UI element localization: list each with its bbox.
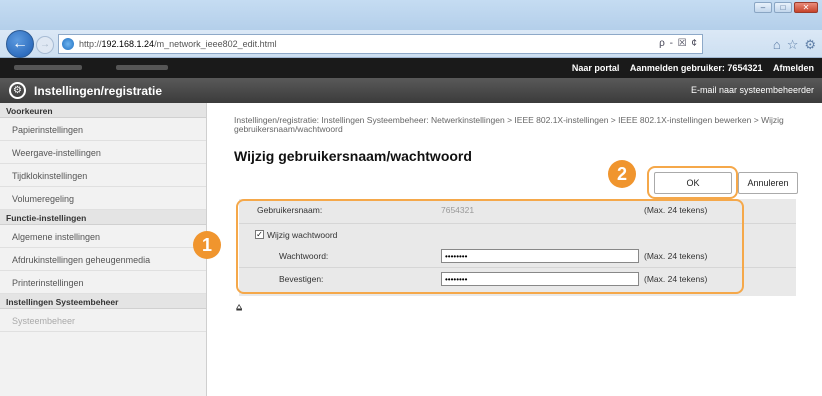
address-tools[interactable]: ρ - ☒ ¢ <box>659 38 698 49</box>
cancel-button[interactable]: Annuleren <box>738 172 798 194</box>
star-icon[interactable]: ☆ <box>787 37 799 53</box>
gear-icon[interactable]: ⚙ <box>804 37 816 53</box>
callout-2: 2 <box>608 160 636 188</box>
sidebar-item-display[interactable]: Weergave-instellingen <box>0 141 206 164</box>
logout-link[interactable]: Afmelden <box>773 63 814 73</box>
sidebar-section-admin: Instellingen Systeembeheer <box>0 294 206 309</box>
minimize-button[interactable]: – <box>754 2 772 13</box>
sidebar-item-printer[interactable]: Printerinstellingen <box>0 271 206 294</box>
ok-button[interactable]: OK <box>654 172 732 194</box>
address-bar[interactable]: http://192.168.1.24/m_network_ieee802_ed… <box>58 34 703 54</box>
sidebar-item-memory-print[interactable]: Afdrukinstellingen geheugenmedia <box>0 248 206 271</box>
back-to-top-icon[interactable]: ⩠ <box>236 302 242 313</box>
window-controls: – □ ✕ <box>754 2 818 13</box>
mail-admin-link[interactable]: E-mail naar systeembeheerder <box>691 85 814 95</box>
home-icon[interactable]: ⌂ <box>773 37 781 53</box>
device-location-blur <box>116 65 168 70</box>
sidebar-item-clock[interactable]: Tijdklokinstellingen <box>0 164 206 187</box>
sidebar: Voorkeuren Papierinstellingen Weergave-i… <box>0 103 207 396</box>
back-button[interactable]: ← <box>6 30 34 58</box>
browser-icons: ⌂ ☆ ⚙ <box>773 37 816 53</box>
form-highlight <box>236 199 744 294</box>
maximize-button[interactable]: □ <box>774 2 792 13</box>
close-window-button[interactable]: ✕ <box>794 2 818 13</box>
callout-1: 1 <box>193 231 221 259</box>
settings-icon: ⚙ <box>9 82 26 99</box>
login-user-label: Aanmelden gebruiker: 7654321 <box>629 63 763 73</box>
sidebar-item-volume[interactable]: Volumeregeling <box>0 187 206 210</box>
app-title: Instellingen/registratie <box>34 84 163 98</box>
forward-button[interactable]: → <box>36 36 54 54</box>
device-name-blur <box>14 65 82 70</box>
page-icon <box>62 38 74 50</box>
sidebar-section-preferences: Voorkeuren <box>0 103 206 118</box>
url-text[interactable]: http://192.168.1.24/m_network_ieee802_ed… <box>79 39 277 49</box>
portal-link[interactable]: Naar portal <box>572 63 620 73</box>
sidebar-item-paper[interactable]: Papierinstellingen <box>0 118 206 141</box>
sidebar-item-general[interactable]: Algemene instellingen <box>0 225 206 248</box>
sidebar-section-functions: Functie-instellingen <box>0 210 206 225</box>
page-title: Wijzig gebruikersnaam/wachtwoord <box>234 148 472 164</box>
browser-titlebar: – □ ✕ <box>0 0 822 30</box>
sidebar-item-system-admin[interactable]: Systeembeheer <box>0 309 206 332</box>
browser-navbar: ← → http://192.168.1.24/m_network_ieee80… <box>0 30 822 58</box>
breadcrumb: Instellingen/registratie: Instellingen S… <box>234 115 784 134</box>
top-bar: Naar portal Aanmelden gebruiker: 7654321… <box>0 58 822 78</box>
app-bar: ⚙ Instellingen/registratie E-mail naar s… <box>0 78 822 103</box>
top-links: Naar portal Aanmelden gebruiker: 7654321… <box>564 63 814 73</box>
